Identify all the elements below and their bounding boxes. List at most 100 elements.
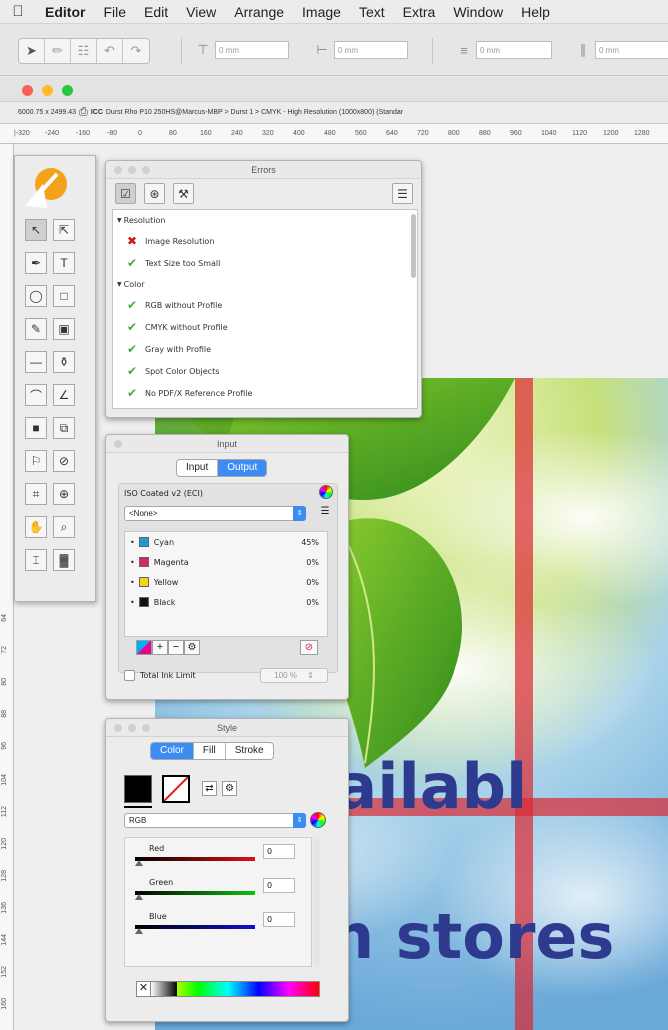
settings-icon[interactable]: ⚙ <box>184 640 200 655</box>
slider-knob[interactable] <box>135 860 143 866</box>
menu-text[interactable]: Text <box>350 4 394 20</box>
zoom-icon[interactable] <box>62 85 73 96</box>
errors-list[interactable]: ▼ Resolution ✖ Image Resolution ✔ Text Size t… <box>112 209 418 409</box>
tab-output[interactable]: Output <box>218 460 267 476</box>
paint-bucket-icon[interactable]: ⚱ <box>53 351 75 373</box>
list-view-icon[interactable]: ☰ <box>392 183 413 204</box>
tab-color[interactable]: Color <box>151 743 194 759</box>
profile-select[interactable]: <None> ⇕ <box>124 506 306 521</box>
channel-value-input[interactable]: 0 <box>263 844 295 859</box>
fix-tool-icon[interactable]: ⚒ <box>173 183 194 204</box>
channel-value-input[interactable]: 0 <box>263 912 295 927</box>
rectangle-icon[interactable]: □ <box>53 285 75 307</box>
hand-icon[interactable]: ✋ <box>25 516 47 538</box>
disclosure-triangle-icon[interactable]: ▼ <box>117 281 122 288</box>
ink-row[interactable]: • Yellow 0% <box>125 572 327 592</box>
menu-image[interactable]: Image <box>293 4 350 20</box>
pointer-icon[interactable]: ➤ <box>19 39 45 63</box>
error-group-header[interactable]: ▼ Resolution <box>113 210 417 230</box>
measure-icon[interactable]: ⌶ <box>25 549 47 571</box>
filter-icon[interactable]: ⊛ <box>144 183 165 204</box>
close-icon[interactable] <box>22 85 33 96</box>
menu-extra[interactable]: Extra <box>394 4 445 20</box>
error-item[interactable]: ✔ Spot Color Objects <box>113 360 417 382</box>
mix-icon[interactable] <box>136 640 152 655</box>
brush-icon[interactable]: ✎ <box>25 318 47 340</box>
stroke-none-swatch[interactable] <box>162 775 190 803</box>
profile-path[interactable]: Durst Rho P10 250HS@Marcus-MBP > Durst 1… <box>106 109 403 116</box>
menu-window[interactable]: Window <box>444 4 512 20</box>
eraser-icon[interactable]: ⊘ <box>53 450 75 472</box>
bezier-icon[interactable]: ∠ <box>53 384 75 406</box>
ellipse-icon[interactable]: ◯ <box>25 285 47 307</box>
total-ink-stepper[interactable]: 100 % ⇕ <box>260 668 328 683</box>
remove-ink-button[interactable]: − <box>168 640 184 655</box>
height-input[interactable] <box>595 41 668 59</box>
add-ink-button[interactable]: + <box>152 640 168 655</box>
fill-swatch[interactable] <box>124 775 152 803</box>
channel-slider[interactable] <box>135 925 255 929</box>
spectrum-bar[interactable]: ✕ <box>136 981 320 997</box>
total-ink-checkbox[interactable] <box>124 670 135 681</box>
undo-icon[interactable]: ↶ <box>97 39 123 63</box>
apple-icon[interactable]:  <box>0 3 36 20</box>
position-x-input[interactable] <box>215 41 289 59</box>
ink-row[interactable]: • Cyan 45% <box>125 532 327 552</box>
target-icon[interactable]: ⊕ <box>53 483 75 505</box>
channels-scrollbar[interactable] <box>313 837 320 967</box>
stamp-icon[interactable]: ⚐ <box>25 450 47 472</box>
menu-help[interactable]: Help <box>512 4 559 20</box>
error-item[interactable]: ✔ No PDF/X Reference Profile <box>113 382 417 404</box>
eyedropper-icon[interactable]: ⊘ <box>300 640 318 655</box>
check-icon[interactable]: ☑ <box>115 183 136 204</box>
tab-stroke[interactable]: Stroke <box>226 743 273 759</box>
node-icon[interactable]: ☷ <box>71 39 97 63</box>
direct-select-icon[interactable]: ⇱ <box>53 219 75 241</box>
swap-colors-icon[interactable]: ⇄ <box>202 781 217 796</box>
tab-input[interactable]: Input <box>177 460 219 476</box>
printer-icon[interactable]: ⎙ <box>79 106 88 119</box>
menu-arrange[interactable]: Arrange <box>225 4 293 20</box>
color-wheel-icon[interactable] <box>310 812 326 828</box>
slider-knob[interactable] <box>135 894 143 900</box>
error-item[interactable]: ✖ Image Resolution <box>113 230 417 252</box>
slider-knob[interactable] <box>135 928 143 934</box>
menu-icon[interactable]: ☰ <box>317 506 333 521</box>
crop-icon[interactable]: ⌗ <box>25 483 47 505</box>
none-color-icon[interactable]: ✕ <box>137 982 151 996</box>
disclosure-triangle-icon[interactable]: ▼ <box>117 217 122 224</box>
menu-app-name[interactable]: Editor <box>36 4 94 20</box>
gradient-icon[interactable]: ■ <box>25 417 47 439</box>
error-item[interactable]: ✔ RGB without Profile <box>113 294 417 316</box>
menu-edit[interactable]: Edit <box>135 4 177 20</box>
grayscale-ramp[interactable] <box>151 982 177 996</box>
image-box-icon[interactable]: ▣ <box>53 318 75 340</box>
color-model-select[interactable]: RGB ⇕ <box>124 813 306 828</box>
minimize-icon[interactable] <box>42 85 53 96</box>
redo-icon[interactable]: ↷ <box>123 39 149 63</box>
channel-slider[interactable] <box>135 891 255 895</box>
pencil-icon[interactable]: ✏ <box>45 39 71 63</box>
ink-row[interactable]: • Magenta 0% <box>125 552 327 572</box>
error-group-header[interactable]: ▼ Color <box>113 274 417 294</box>
pen-icon[interactable]: ✒ <box>25 252 47 274</box>
errors-scrollbar[interactable] <box>411 214 416 278</box>
error-item[interactable]: ✔ Gray with Profile <box>113 338 417 360</box>
transform-icon[interactable]: ⧉ <box>53 417 75 439</box>
width-input[interactable] <box>476 41 552 59</box>
channel-slider[interactable] <box>135 857 255 861</box>
select-arrow-icon[interactable]: ↖ <box>25 219 47 241</box>
error-item[interactable]: ✔ CMYK without Profile <box>113 316 417 338</box>
tab-fill[interactable]: Fill <box>194 743 226 759</box>
color-wheel-icon[interactable] <box>319 485 333 499</box>
path-icon[interactable]: ⌒ <box>25 384 47 406</box>
knife-icon[interactable]: — <box>25 351 47 373</box>
channel-value-input[interactable]: 0 <box>263 878 295 893</box>
position-y-input[interactable] <box>334 41 408 59</box>
menu-view[interactable]: View <box>177 4 225 20</box>
error-item[interactable]: ✔ Text Size too Small <box>113 252 417 274</box>
menu-file[interactable]: File <box>94 4 135 20</box>
inks-list[interactable]: • Cyan 45% • Magenta 0% • Yellow 0% • Black 0% <box>124 531 328 637</box>
barcode-icon[interactable]: ▓ <box>53 549 75 571</box>
zoom-icon[interactable]: ⌕ <box>53 516 75 538</box>
